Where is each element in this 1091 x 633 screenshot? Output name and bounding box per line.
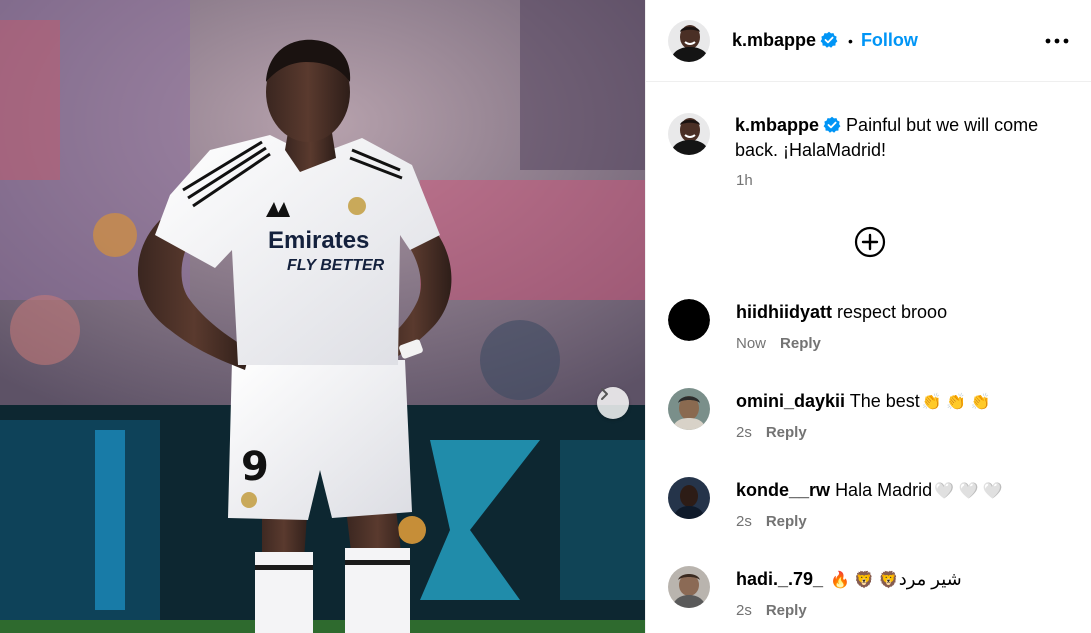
comment-meta: 2s Reply <box>736 602 807 619</box>
caption-author-avatar[interactable] <box>668 113 710 155</box>
carousel-next-button[interactable] <box>597 387 629 419</box>
commenter-avatar[interactable] <box>668 566 710 608</box>
avatar-image <box>668 566 710 608</box>
reply-button[interactable]: Reply <box>766 424 807 441</box>
load-more-comments-button[interactable] <box>854 226 886 258</box>
post-photo: 9 Emirates FLY BETTER <box>0 0 645 633</box>
comment-text: konde__rw Hala Madrid 🤍 🤍 🤍 <box>736 479 1003 503</box>
post-header: k.mbappe • Follow <box>646 0 1091 82</box>
verified-badge-icon <box>820 31 838 48</box>
comment-username[interactable]: omini_daykii <box>736 391 845 411</box>
commenter-avatar[interactable] <box>668 388 710 430</box>
avatar-image <box>668 388 710 430</box>
comment-username[interactable]: hadi._.79_ <box>736 569 823 589</box>
jersey-slogan: FLY BETTER <box>287 257 385 274</box>
post-caption: k.mbappe Painful but we will come back. … <box>668 113 1072 163</box>
clapping-emoji: 👏 👏 👏 <box>921 394 991 411</box>
comment-item: omini_daykii The best 👏 👏 👏 2s Reply <box>668 388 1072 458</box>
avatar-image <box>668 299 710 341</box>
caption-text: k.mbappe Painful but we will come back. … <box>735 113 1065 163</box>
comment-username[interactable]: hiidhiidyatt <box>736 302 832 322</box>
comment-item: hadi._.79_ 🔥 🦁 🦁شیر مرد 2s Reply <box>668 566 1072 633</box>
comment-item: konde__rw Hala Madrid 🤍 🤍 🤍 2s Reply <box>668 477 1072 547</box>
comment-meta: 2s Reply <box>736 424 807 441</box>
comment-meta: Now Reply <box>736 335 821 352</box>
author-username[interactable]: k.mbappe <box>732 30 838 51</box>
commenter-avatar[interactable] <box>668 477 710 519</box>
jersey-sponsor: Emirates <box>268 227 369 254</box>
caption-username[interactable]: k.mbappe <box>735 115 819 135</box>
author-username-text[interactable]: k.mbappe <box>732 30 816 50</box>
shorts-number: 9 <box>241 444 269 490</box>
verified-badge-icon <box>823 116 841 133</box>
avatar-image <box>668 477 710 519</box>
post-media[interactable]: 9 Emirates FLY BETTER <box>0 0 645 633</box>
comment-text: hadi._.79_ 🔥 🦁 🦁شیر مرد <box>736 568 962 592</box>
comment-meta: 2s Reply <box>736 513 807 530</box>
fire-lion-emoji: 🔥 🦁 🦁 <box>830 572 899 589</box>
add-comment-icon <box>854 226 886 258</box>
white-heart-emoji: 🤍 🤍 🤍 <box>934 483 1003 500</box>
comment-body: Hala Madrid <box>835 480 933 500</box>
comment-username[interactable]: konde__rw <box>736 480 830 500</box>
post-side-panel: k.mbappe • Follow k.mbappe Painful but w… <box>645 0 1091 633</box>
comment-time: 2s <box>736 602 752 619</box>
comment-time: 2s <box>736 513 752 530</box>
avatar-image <box>668 19 710 62</box>
author-avatar[interactable] <box>668 19 710 62</box>
comment-body: شیر مرد <box>898 569 962 589</box>
comment-item: hiidhiidyatt respect brooo Now Reply <box>668 299 1072 369</box>
avatar-image <box>668 113 710 155</box>
comment-text: omini_daykii The best 👏 👏 👏 <box>736 390 990 414</box>
more-options-button[interactable] <box>1044 28 1070 54</box>
header-separator: • <box>848 32 853 49</box>
comment-body: respect brooo <box>837 302 948 322</box>
comment-time: Now <box>736 335 767 352</box>
reply-button[interactable]: Reply <box>780 335 821 352</box>
follow-button[interactable]: Follow <box>861 30 918 51</box>
commenter-avatar[interactable] <box>668 299 710 341</box>
comment-body: The best <box>849 391 920 411</box>
caption-timestamp: 1h <box>736 172 753 189</box>
more-options-icon <box>1045 38 1069 44</box>
reply-button[interactable]: Reply <box>766 513 807 530</box>
comment-time: 2s <box>736 424 752 441</box>
reply-button[interactable]: Reply <box>766 602 807 619</box>
chevron-right-icon <box>601 388 608 400</box>
comment-text: hiidhiidyatt respect brooo <box>736 301 947 323</box>
